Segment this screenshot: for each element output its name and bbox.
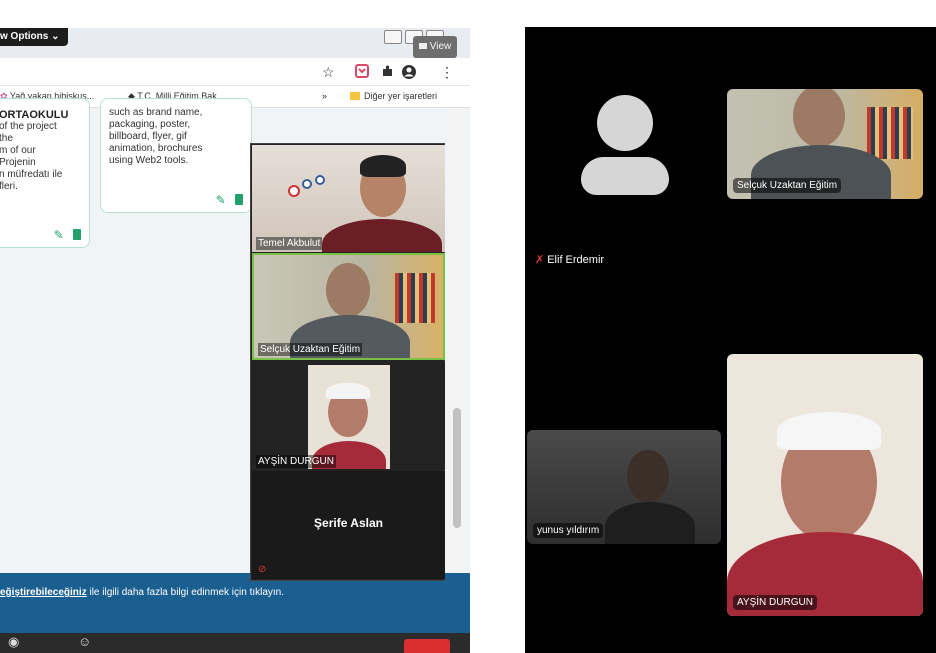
post-card-web2-tools[interactable]: such as brand name, packaging, poster, b… [100, 98, 252, 213]
avatar-placeholder [581, 95, 669, 195]
card-actions: ✎ [216, 194, 243, 206]
participant-video [308, 365, 390, 469]
more-bookmarks-button[interactable]: » [322, 91, 327, 101]
extensions-icon[interactable] [380, 64, 394, 81]
desktop-browser-window: w Options ⌄ View ☆ ⋮ ✿ Yağ yakan hibisku… [0, 28, 470, 653]
participant-name: Selçuk Uzaktan Eğitim [258, 343, 363, 356]
record-icon[interactable]: ◉ [8, 634, 19, 650]
video-tile-yunus-mobile[interactable]: yunus yıldırım [527, 430, 721, 544]
reactions-icon[interactable]: ☺ [78, 634, 91, 649]
browser-url-bar: ☆ ⋮ [0, 58, 470, 86]
post-card-ortaokulu[interactable]: ORTAOKULU of the project the m of our Pr… [0, 98, 90, 248]
edit-icon[interactable]: ✎ [216, 193, 226, 207]
participant-name: AYŞİN DURGUN [733, 595, 817, 610]
banner-text: ile ilgili daha fazla bilgi edinmek için… [86, 587, 285, 598]
browser-menu-icon[interactable]: ⋮ [440, 64, 454, 81]
participant-face [627, 450, 669, 502]
view-button[interactable]: View [413, 36, 457, 58]
trash-icon[interactable] [73, 229, 81, 240]
trash-icon[interactable] [235, 194, 243, 205]
bookshelf [395, 273, 435, 323]
info-banner[interactable]: eğiştirebileceğiniz ile ilgili daha fazl… [0, 573, 470, 633]
profile-icon[interactable] [401, 64, 417, 83]
mobile-zoom-view: ✗ Elif Erdemir Selçuk Uzaktan Eğitim yunu… [525, 27, 936, 653]
participant-face [793, 89, 845, 147]
mic-muted-icon: ✗ [535, 254, 545, 266]
view-button-label: View [429, 41, 452, 52]
bookmark-label: Diğer yer işaretleri [364, 91, 438, 101]
view-icon [418, 43, 427, 49]
end-meeting-button[interactable] [404, 639, 450, 653]
avatar-shoulders [581, 157, 669, 195]
video-tile-serife[interactable]: Şerife Aslan ⊘ [252, 471, 445, 579]
card-title: ORTAOKULU [0, 109, 69, 121]
avatar-head [597, 95, 653, 151]
zoom-share-toolbar: w Options ⌄ View [0, 28, 470, 58]
participant-face [326, 263, 370, 317]
minimize-icon[interactable] [384, 30, 402, 44]
star-icon[interactable]: ☆ [322, 64, 335, 81]
page-scrollbar[interactable] [450, 108, 464, 578]
video-tile-temel[interactable]: Temel Akbulut [252, 145, 445, 252]
video-tile-aysin[interactable]: AYŞİN DURGUN [252, 361, 445, 470]
zoom-bottom-bar: ◉ ☺ [0, 633, 470, 653]
headband [326, 383, 370, 399]
zoom-gallery-panel: Temel Akbulut Selçuk Uzaktan Eğitim AYŞİ… [250, 143, 445, 581]
participant-name: yunus yıldırım [533, 523, 604, 538]
participant-name: Selçuk Uzaktan Eğitim [733, 178, 842, 193]
pocket-icon[interactable] [355, 64, 369, 81]
participant-body [322, 219, 442, 252]
mic-muted-icon: ⊘ [258, 564, 267, 575]
video-tile-selcuk-mobile[interactable]: Selçuk Uzaktan Eğitim [727, 89, 923, 199]
banner-link[interactable]: eğiştirebileceğiniz [0, 587, 87, 598]
participant-name: Elif Erdemir [547, 254, 605, 266]
bookshelf [867, 107, 913, 159]
video-tile-selcuk[interactable]: Selçuk Uzaktan Eğitim [252, 253, 445, 360]
card-body: such as brand name, packaging, poster, b… [109, 107, 203, 166]
scrollbar-thumb[interactable] [453, 408, 461, 528]
participant-name-centered: Şerife Aslan [314, 516, 383, 530]
folder-icon [350, 92, 360, 100]
participant-label-elif: ✗ Elif Erdemir [535, 253, 604, 266]
edit-icon[interactable]: ✎ [54, 228, 64, 242]
card-actions: ✎ [54, 229, 81, 241]
wall-decoration [288, 175, 328, 199]
participant-name: AYŞİN DURGUN [256, 455, 336, 468]
other-bookmarks-folder[interactable]: Diğer yer işaretleri [350, 91, 437, 101]
participant-name: Temel Akbulut [256, 237, 323, 250]
view-options-button[interactable]: w Options ⌄ [0, 28, 68, 46]
card-body: of the project the m of our Projenin n m… [0, 121, 63, 192]
participant-body [605, 502, 695, 544]
participant-hair [360, 155, 406, 177]
video-tile-aysin-mobile[interactable]: AYŞİN DURGUN [727, 354, 923, 616]
headband [777, 412, 881, 450]
